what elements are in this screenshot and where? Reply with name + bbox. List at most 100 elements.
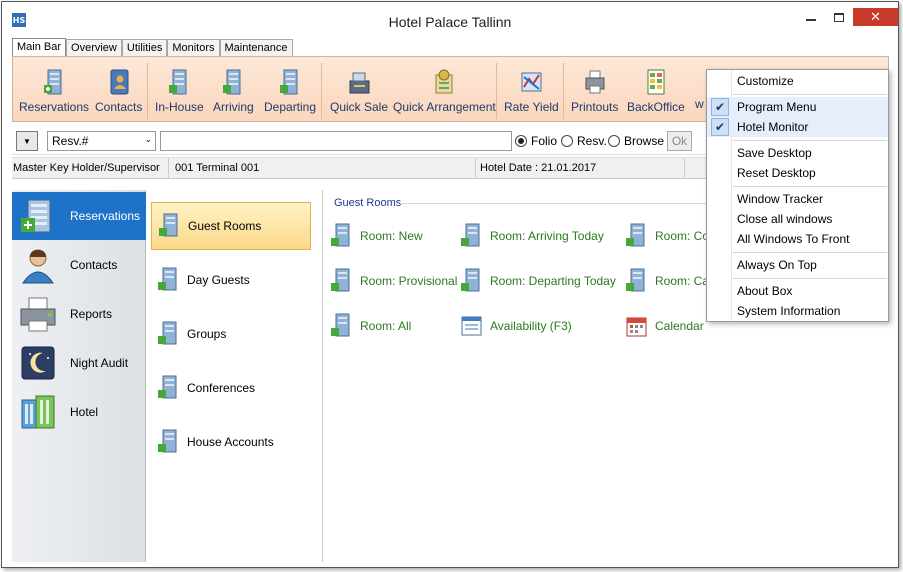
tab-maintenance[interactable]: Maintenance: [219, 39, 293, 57]
search-type-select[interactable]: Resv.# ⌄: [47, 131, 156, 151]
hotel-building-icon: [331, 223, 350, 247]
menu-item-window-tracker[interactable]: Window Tracker: [707, 189, 888, 209]
link-calendar-label: Calendar: [655, 319, 704, 333]
ribbon-contacts-label: Contacts: [95, 100, 143, 114]
menu-item-label: Hotel Monitor: [737, 120, 809, 134]
nav-contacts-label: Contacts: [70, 258, 118, 272]
status-divider: [475, 158, 476, 178]
ribbon-separator: [147, 63, 148, 119]
subnav-item-day-guests[interactable]: Day Guests: [151, 256, 311, 304]
minimize-icon: [806, 19, 816, 21]
ribbon-printouts-button[interactable]: Printouts: [571, 67, 618, 114]
radio-browse[interactable]: Browse: [608, 134, 664, 148]
subnav-item-house-accounts[interactable]: House Accounts: [151, 418, 311, 466]
arrangement-icon: [435, 69, 453, 94]
radio-resv[interactable]: Resv.: [561, 134, 607, 148]
menu-item-label: About Box: [737, 284, 793, 298]
link-availability[interactable]: Availability (F3): [460, 312, 572, 340]
ok-button[interactable]: Ok: [667, 131, 692, 151]
menu-item-always-on-top[interactable]: Always On Top: [707, 255, 888, 275]
nav-item-reports[interactable]: Reports: [12, 290, 146, 338]
ribbon-printouts-label: Printouts: [571, 100, 619, 114]
title-bar: HS Hotel Palace Tallinn ✕: [2, 2, 898, 36]
menu-item-customize[interactable]: Customize: [707, 71, 888, 91]
ribbon-backoffice-button[interactable]: BackOffice: [627, 67, 685, 114]
ribbon-partial-button[interactable]: w: [695, 97, 704, 111]
link-room-can[interactable]: Room: Can: [625, 267, 716, 295]
nav-item-night-audit[interactable]: Night Audit: [12, 339, 146, 387]
link-room-new[interactable]: Room: New: [330, 222, 423, 250]
hotel-building-icon: [158, 375, 177, 399]
maximize-icon: [834, 12, 844, 22]
menu-item-program-menu[interactable]: ✔ Program Menu: [707, 97, 888, 117]
radio-resv-label: Resv.: [577, 134, 607, 148]
ribbon-in-house-button[interactable]: In-House: [155, 67, 204, 114]
tab-overview[interactable]: Overview: [66, 39, 122, 57]
subnav-item-groups[interactable]: Groups: [151, 310, 311, 358]
toolbar-dropdown-button[interactable]: ▼: [16, 131, 38, 151]
menu-item-reset-desktop[interactable]: Reset Desktop: [707, 163, 888, 183]
nav-night-audit-label: Night Audit: [70, 356, 129, 370]
ribbon-reservations-button[interactable]: Reservations: [19, 67, 89, 114]
hotel-building-icon: [280, 69, 298, 95]
hotel-building-icon: [223, 69, 241, 95]
menu-separator: [733, 186, 887, 187]
link-calendar[interactable]: Calendar: [625, 312, 704, 340]
link-room-arriving-today[interactable]: Room: Arriving Today: [460, 222, 604, 250]
link-room-new-label: Room: New: [360, 229, 423, 243]
chevron-down-icon: ▼: [23, 136, 31, 146]
subnav-item-guest-rooms[interactable]: Guest Rooms: [151, 202, 311, 250]
subnav-day-guests-label: Day Guests: [187, 273, 250, 287]
minimize-button[interactable]: [797, 7, 825, 27]
printer-icon: [20, 297, 56, 332]
tab-utilities[interactable]: Utilities: [121, 39, 168, 57]
hotel-building-icon: [461, 223, 480, 247]
ribbon-contacts-button[interactable]: Contacts: [95, 67, 142, 114]
window-title: Hotel Palace Tallinn: [388, 14, 512, 30]
nav-item-contacts[interactable]: Contacts: [12, 241, 146, 289]
ribbon-quick-sale-button[interactable]: Quick Sale: [330, 67, 388, 114]
menu-item-hotel-monitor[interactable]: ✔ Hotel Monitor: [707, 117, 888, 137]
link-room-cor[interactable]: Room: Cor: [625, 222, 713, 250]
subnav-conferences-label: Conferences: [187, 381, 256, 395]
ribbon-rate-yield-button[interactable]: Rate Yield: [504, 67, 559, 114]
ribbon-arriving-button[interactable]: Arriving: [213, 67, 254, 114]
ribbon-backoffice-label: BackOffice: [627, 100, 685, 114]
menu-item-system-information[interactable]: System Information: [707, 301, 888, 321]
hotel-building-icon: [169, 69, 187, 95]
menu-item-label: All Windows To Front: [737, 232, 850, 246]
status-divider: [684, 158, 685, 178]
ribbon-quick-arrangement-button[interactable]: Quick Arrangement: [393, 67, 496, 114]
menu-item-label: Customize: [737, 74, 794, 88]
radio-folio[interactable]: Folio: [515, 134, 557, 148]
tab-main-bar[interactable]: Main Bar: [12, 38, 67, 58]
hotel-building-icon: [331, 313, 350, 337]
ribbon-reservations-label: Reservations: [19, 100, 90, 114]
ribbon-separator: [563, 63, 564, 119]
menu-item-label: Program Menu: [737, 100, 817, 114]
hotel-building-icon: [158, 429, 177, 453]
hotel-building-icon: [159, 213, 178, 237]
close-button[interactable]: ✕: [853, 8, 898, 26]
tab-monitors[interactable]: Monitors: [167, 39, 220, 57]
nav-item-reservations[interactable]: Reservations: [12, 192, 146, 240]
link-room-provisional[interactable]: Room: Provisional: [330, 267, 457, 295]
nav-item-hotel[interactable]: Hotel: [12, 388, 146, 436]
maximize-button[interactable]: [825, 7, 853, 27]
ribbon-quick-sale-label: Quick Sale: [330, 100, 389, 114]
ribbon-departing-button[interactable]: Departing: [264, 67, 316, 114]
ribbon-tabs: Main Bar Overview Utilities Monitors Mai…: [12, 38, 293, 58]
link-room-departing-today[interactable]: Room: Departing Today: [460, 267, 616, 295]
menu-item-about-box[interactable]: About Box: [707, 281, 888, 301]
link-room-provisional-label: Room: Provisional: [360, 274, 458, 288]
menu-item-close-all-windows[interactable]: Close all windows: [707, 209, 888, 229]
hotel-building-icon: [461, 268, 480, 292]
radio-circle: [561, 135, 573, 147]
link-room-all[interactable]: Room: All: [330, 312, 411, 340]
menu-item-save-desktop[interactable]: Save Desktop: [707, 143, 888, 163]
app-window: HS Hotel Palace Tallinn ✕ Main Bar Overv…: [1, 1, 899, 568]
search-input[interactable]: [160, 131, 512, 151]
cash-register-icon: [349, 72, 370, 94]
menu-item-all-windows-to-front[interactable]: All Windows To Front: [707, 229, 888, 249]
subnav-item-conferences[interactable]: Conferences: [151, 364, 311, 412]
